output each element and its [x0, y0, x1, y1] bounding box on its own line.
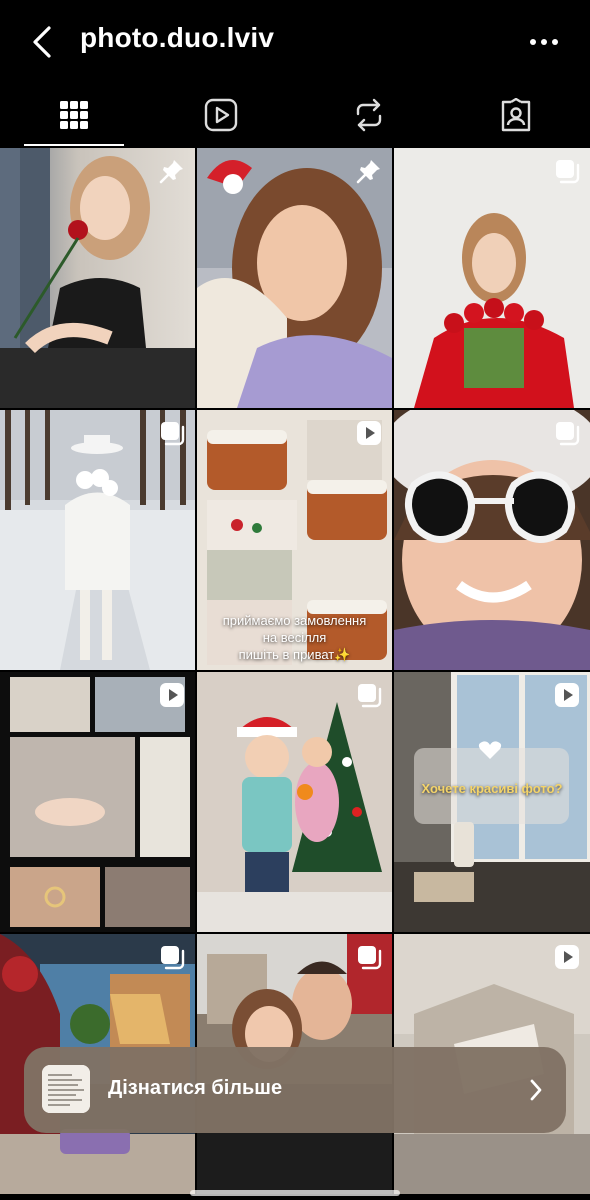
- grid-icon: [59, 101, 88, 129]
- post-caption-overlay: приймаємо замовлення на весілля пишіть в п…: [222, 613, 367, 662]
- carousel-icon: [556, 160, 580, 184]
- heart-icon: [478, 741, 502, 759]
- more-options-button[interactable]: [524, 28, 564, 56]
- tab-reels[interactable]: [148, 84, 296, 146]
- reel-badge: [356, 420, 382, 446]
- post-image: [197, 148, 392, 408]
- posts-grid: приймаємо замовлення на весілля пишіть в п…: [0, 148, 590, 1200]
- tab-reposts[interactable]: [295, 84, 443, 146]
- post-tile-girl-heart-sunglasses[interactable]: [394, 410, 590, 670]
- promo-thumbnail: [42, 1065, 90, 1113]
- post-tile-woman-winter-forest[interactable]: [0, 410, 195, 670]
- post-tile-woman-black-dress[interactable]: [0, 148, 195, 408]
- carousel-badge: [554, 420, 580, 446]
- carousel-icon: [358, 946, 382, 970]
- carousel-icon: [556, 422, 580, 446]
- carousel-icon: [161, 422, 185, 446]
- reel-play-icon: [555, 945, 579, 969]
- document-thumbnail-icon: [42, 1065, 90, 1113]
- home-indicator[interactable]: [190, 1190, 400, 1196]
- learn-more-label: Дізнатися більше: [108, 1077, 283, 1099]
- reels-icon: [205, 98, 238, 132]
- post-image: [0, 410, 195, 670]
- post-tile-wedding-cakes[interactable]: приймаємо замовлення на весілля пишіть в п…: [197, 410, 392, 670]
- back-button[interactable]: [26, 24, 58, 60]
- carousel-badge: [356, 682, 382, 708]
- carousel-badge: [356, 944, 382, 970]
- tagged-person-icon: [502, 98, 531, 132]
- more-dots-icon: [530, 39, 558, 45]
- chevron-left-icon: [33, 26, 51, 58]
- chevron-right-icon: [526, 1077, 546, 1103]
- carousel-icon: [358, 684, 382, 708]
- post-image: [0, 672, 195, 932]
- carousel-badge: [159, 420, 185, 446]
- reel-badge: [554, 944, 580, 970]
- tab-tagged[interactable]: [443, 84, 590, 146]
- post-image: [0, 148, 195, 408]
- carousel-badge: [159, 944, 185, 970]
- profile-tabs: [0, 84, 590, 146]
- tab-posts-grid[interactable]: [0, 84, 148, 146]
- post-tile-window-interior[interactable]: Хочете красиві фото?: [394, 672, 590, 932]
- pinned-badge: [159, 158, 185, 184]
- post-tile-kids-christmas[interactable]: [197, 672, 392, 932]
- learn-more-banner[interactable]: Дізнатися більше: [24, 1047, 566, 1133]
- profile-header: photo.duo.lviv: [0, 0, 590, 84]
- post-image: [394, 410, 590, 670]
- post-tile-woman-tulips[interactable]: [394, 148, 590, 408]
- reel-badge: [554, 682, 580, 708]
- profile-username: photo.duo.lviv: [80, 22, 275, 53]
- pin-icon: [356, 160, 380, 184]
- carousel-icon: [161, 946, 185, 970]
- pin-icon: [159, 160, 183, 184]
- reel-play-icon: [160, 683, 184, 707]
- post-tile-wedding-rings-collage[interactable]: [0, 672, 195, 932]
- post-tile-girl-santa-hat[interactable]: [197, 148, 392, 408]
- post-caption-overlay: Хочете красиві фото?: [421, 781, 563, 796]
- reel-badge: [159, 682, 185, 708]
- carousel-badge: [554, 158, 580, 184]
- pinned-badge: [356, 158, 382, 184]
- reel-play-icon: [555, 683, 579, 707]
- post-image: [394, 148, 590, 408]
- post-image: [197, 672, 392, 932]
- reel-play-icon: [357, 421, 381, 445]
- repost-icon: [356, 98, 381, 132]
